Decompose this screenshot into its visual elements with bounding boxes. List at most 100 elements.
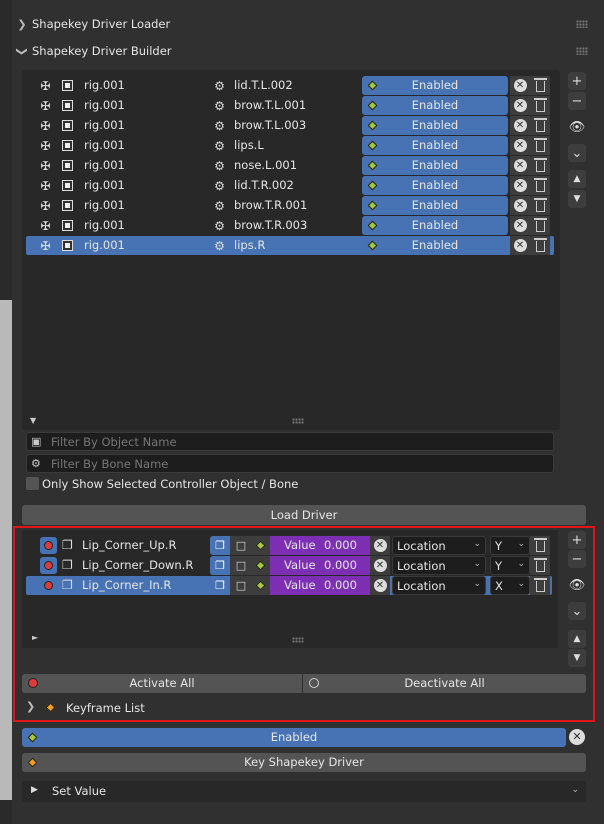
remove-driver-button[interactable]: ✕ (510, 236, 530, 255)
remove-icon[interactable]: − (568, 92, 586, 110)
filter-object-field[interactable]: ▣ Filter By Object Name (26, 432, 554, 451)
remove-driver-button[interactable]: ✕ (510, 96, 530, 115)
remove-driver-button[interactable]: ✕ (510, 216, 530, 235)
list-expand-icon[interactable]: ► (32, 633, 38, 642)
trash-icon[interactable] (530, 116, 550, 135)
driver-enabled-toggle[interactable]: Enabled (362, 216, 508, 235)
trash-icon[interactable] (530, 556, 550, 575)
add-icon[interactable]: + (568, 531, 586, 549)
set-value-dropdown[interactable]: ▶ Set Value ⌄ (22, 781, 586, 802)
axis-dropdown[interactable]: X ⌄ (490, 576, 530, 595)
chevron-down-icon[interactable]: ⌄ (568, 144, 586, 162)
move-down-icon[interactable]: ▼ (568, 190, 586, 208)
eye-icon[interactable]: 👁 (568, 118, 586, 136)
copy-icon[interactable]: ❐ (210, 556, 230, 575)
trash-icon[interactable] (530, 196, 550, 215)
trash-icon[interactable] (530, 236, 550, 255)
driver-list-item[interactable]: ✠ rig.001 ⚙ nose.L.001 Enabled ✕ (26, 156, 554, 175)
move-down-icon[interactable]: ▼ (568, 649, 586, 667)
panel-header-builder[interactable]: ❯ Shapekey Driver Builder (12, 38, 604, 64)
record-icon (44, 561, 53, 570)
driver-list-item[interactable]: ✠ rig.001 ⚙ lips.L Enabled ✕ (26, 136, 554, 155)
trash-icon[interactable] (530, 136, 550, 155)
remove-driver-button[interactable]: ✕ (510, 176, 530, 195)
driver-enabled-toggle[interactable]: Enabled (362, 176, 508, 195)
driver-object-name: rig.001 (84, 218, 125, 232)
move-up-icon[interactable]: ▲ (568, 170, 586, 188)
enabled-toggle[interactable]: Enabled (22, 728, 566, 747)
driver-list-item[interactable]: ✠ rig.001 ⚙ brow.T.L.001 Enabled ✕ (26, 96, 554, 115)
trash-icon[interactable] (530, 176, 550, 195)
bounding-box-icon[interactable]: □ (230, 556, 252, 575)
value-field[interactable]: Value 0.000 (270, 536, 370, 555)
trash-icon[interactable] (530, 96, 550, 115)
driver-enabled-toggle[interactable]: Enabled (362, 116, 508, 135)
drag-grip-icon[interactable] (576, 47, 588, 55)
remove-driver-button[interactable]: ✕ (510, 196, 530, 215)
eye-icon[interactable]: 👁 (568, 576, 586, 594)
remove-driver-button[interactable]: ✕ (510, 156, 530, 175)
driver-list-item[interactable]: ✠ rig.001 ⚙ brow.T.L.003 Enabled ✕ (26, 116, 554, 135)
trash-icon[interactable] (530, 216, 550, 235)
drag-grip-icon[interactable] (576, 20, 588, 28)
remove-driver-button[interactable]: ✕ (510, 76, 530, 95)
driver-enabled-toggle[interactable]: Enabled (362, 196, 508, 215)
only-selected-checkbox[interactable] (26, 477, 39, 490)
shapekey-list-item[interactable]: ❐ Lip_Corner_Down.R ❐ □ Value 0.000 ✕ Location ⌄… (26, 556, 552, 575)
driver-list-item[interactable]: ✠ rig.001 ⚙ lid.T.L.002 Enabled ✕ (26, 76, 554, 95)
driver-enabled-toggle[interactable]: Enabled (362, 236, 508, 255)
record-toggle[interactable] (40, 537, 57, 554)
transform-type-dropdown[interactable]: Location ⌄ (392, 556, 486, 575)
load-driver-button[interactable]: Load Driver (22, 505, 586, 525)
trash-icon[interactable] (530, 76, 550, 95)
axis-dropdown[interactable]: Y ⌄ (490, 556, 530, 575)
driver-toggle[interactable] (252, 576, 270, 595)
list-resize-grip-icon[interactable] (292, 637, 304, 643)
chevron-down-icon[interactable]: ⌄ (568, 602, 586, 620)
clear-value-button[interactable]: ✕ (370, 576, 390, 595)
axis-dropdown[interactable]: Y ⌄ (490, 536, 530, 555)
remove-driver-button[interactable]: ✕ (510, 116, 530, 135)
shapekey-list-item[interactable]: ❐ Lip_Corner_In.R ❐ □ Value 0.000 ✕ Location ⌄ X ⌄ (26, 576, 552, 595)
driver-enabled-toggle[interactable]: Enabled (362, 156, 508, 175)
driver-list-item[interactable]: ✠ rig.001 ⚙ brow.T.R.001 Enabled ✕ (26, 196, 554, 215)
driver-list-item[interactable]: ✠ rig.001 ⚙ lid.T.R.002 Enabled ✕ (26, 176, 554, 195)
record-toggle[interactable] (40, 577, 57, 594)
transform-type-dropdown[interactable]: Location ⌄ (392, 536, 486, 555)
clear-value-button[interactable]: ✕ (370, 536, 390, 555)
driver-list-item[interactable]: ✠ rig.001 ⚙ brow.T.R.003 Enabled ✕ (26, 216, 554, 235)
remove-driver-button[interactable]: ✕ (510, 136, 530, 155)
activate-all-button[interactable]: Activate All (22, 674, 302, 693)
clear-value-button[interactable]: ✕ (370, 556, 390, 575)
driver-list-item[interactable]: ✠ rig.001 ⚙ lips.R Enabled ✕ (26, 236, 554, 255)
trash-icon[interactable] (530, 156, 550, 175)
shapekey-list-item[interactable]: ❐ Lip_Corner_Up.R ❐ □ Value 0.000 ✕ Location ⌄ Y ⌄ (26, 536, 552, 555)
panel-header-loader[interactable]: ❯ Shapekey Driver Loader (12, 11, 604, 37)
move-up-icon[interactable]: ▲ (568, 630, 586, 648)
filter-bone-field[interactable]: ⚙ Filter By Bone Name (26, 454, 554, 473)
driver-toggle[interactable] (252, 556, 270, 575)
trash-icon[interactable] (530, 536, 550, 555)
remove-icon[interactable]: − (568, 550, 586, 568)
transform-type-dropdown[interactable]: Location ⌄ (392, 576, 486, 595)
copy-icon[interactable]: ❐ (210, 536, 230, 555)
driver-enabled-toggle[interactable]: Enabled (362, 136, 508, 155)
record-toggle[interactable] (40, 557, 57, 574)
list-expand-icon[interactable]: ▼ (30, 416, 36, 425)
keyframe-list-header[interactable]: ❯ Keyframe List (22, 699, 582, 717)
value-field[interactable]: Value 0.000 (270, 576, 370, 595)
value-field[interactable]: Value 0.000 (270, 556, 370, 575)
list-resize-grip-icon[interactable] (292, 418, 304, 424)
driver-toggle[interactable] (252, 536, 270, 555)
trash-icon[interactable] (530, 576, 550, 595)
bounding-box-icon[interactable]: □ (230, 576, 252, 595)
bounding-box-icon[interactable]: □ (230, 536, 252, 555)
driver-enabled-toggle[interactable]: Enabled (362, 76, 508, 95)
driver-bone-name: brow.T.R.003 (234, 218, 308, 232)
key-shapekey-driver-button[interactable]: Key Shapekey Driver (22, 753, 586, 772)
deactivate-all-button[interactable]: Deactivate All (303, 674, 586, 693)
copy-icon[interactable]: ❐ (210, 576, 230, 595)
driver-enabled-toggle[interactable]: Enabled (362, 96, 508, 115)
add-icon[interactable]: + (568, 72, 586, 90)
close-icon[interactable]: ✕ (569, 729, 585, 745)
